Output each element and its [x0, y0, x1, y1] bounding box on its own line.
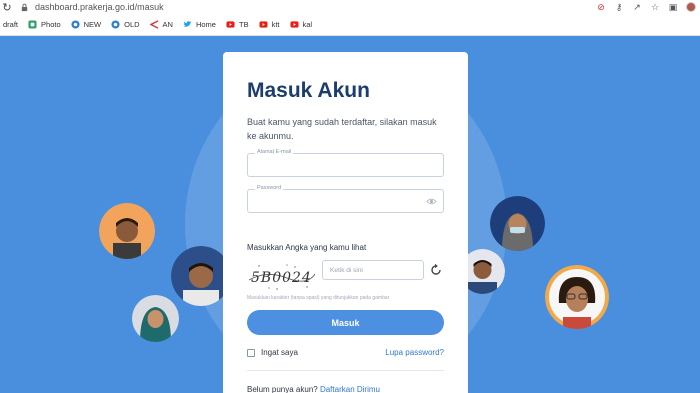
reload-icon[interactable]: ↻: [0, 1, 14, 14]
url-text[interactable]: dashboard.prakerja.go.id/masuk: [35, 2, 164, 12]
captcha-hint: Masukkan karakter (tanpa spasi) yang dit…: [247, 295, 390, 301]
remember-label: Ingat saya: [261, 348, 298, 357]
bookmark-label: draft: [3, 20, 19, 29]
bookmark-photo[interactable]: Photo: [28, 20, 61, 29]
login-page: Masuk Akun Buat kamu yang sudah terdafta…: [0, 36, 700, 393]
lock-icon: [21, 3, 28, 11]
avatar-woman-glasses: [545, 265, 609, 329]
bookmarks-bar: draft Photo NEW OLD AN Home TB ktt kal: [0, 14, 700, 36]
remember-me[interactable]: Ingat saya: [247, 348, 298, 357]
youtube-icon: [289, 21, 299, 28]
bookmark-label: kal: [302, 20, 313, 29]
youtube-icon: [259, 21, 268, 28]
submit-button[interactable]: Masuk: [247, 310, 444, 335]
arrow-icon: [149, 20, 158, 29]
divider: [247, 370, 444, 371]
youtube-icon: [226, 21, 235, 28]
register-prompt: Belum punya akun? Daftarkan Dirimu: [247, 385, 380, 393]
captcha-label: Masukkan Angka yang kamu lihat: [247, 243, 367, 252]
register-text: Belum punya akun?: [247, 385, 318, 393]
twitter-icon: [183, 21, 192, 27]
refresh-captcha-icon[interactable]: [429, 263, 443, 277]
bookmark-label: AN: [162, 20, 173, 29]
captcha-input[interactable]: Ketik di sini: [322, 260, 424, 280]
captcha-text: 5B0024: [251, 270, 312, 286]
page-title: Masuk Akun: [247, 79, 370, 102]
password-field[interactable]: Password: [247, 185, 444, 213]
forgot-password-link[interactable]: Lupa password?: [385, 348, 444, 357]
bookmark-label: NEW: [83, 20, 102, 29]
email-field[interactable]: Alamat E-mail: [247, 149, 444, 177]
avatar-man-left: [99, 203, 155, 259]
bookmark-old[interactable]: OLD: [111, 20, 140, 29]
bookmark-draft[interactable]: draft: [3, 20, 18, 29]
avatar-woman-top-right: [490, 196, 545, 251]
bookmark-kal[interactable]: kal: [289, 20, 313, 29]
password-label: Password: [255, 185, 284, 191]
star-icon[interactable]: ☆: [650, 2, 660, 13]
profile-avatar[interactable]: [686, 2, 696, 12]
browser-actions: ⊘ ⚷ ↗ ☆ ▣: [596, 0, 696, 14]
photo-icon: [28, 20, 37, 29]
sidepanel-icon[interactable]: ▣: [668, 2, 678, 13]
captcha-image: 5B0024: [248, 264, 316, 290]
avatar-woman-hijab: [132, 295, 179, 342]
remember-checkbox[interactable]: [247, 348, 255, 357]
eye-icon[interactable]: [426, 196, 437, 207]
bookmark-label: ktt: [271, 20, 280, 29]
login-card: Masuk Akun Buat kamu yang sudah terdafta…: [223, 52, 468, 393]
bookmark-an[interactable]: AN: [149, 20, 173, 29]
bookmark-label: OLD: [124, 20, 140, 29]
key-icon[interactable]: ⚷: [614, 2, 624, 13]
bookmark-tb[interactable]: TB: [226, 20, 249, 29]
share-icon[interactable]: ↗: [632, 2, 642, 13]
bookmark-new[interactable]: NEW: [71, 20, 102, 29]
bookmark-ktt[interactable]: ktt: [259, 20, 280, 29]
bookmark-label: Photo: [41, 20, 61, 29]
bookmark-label: Home: [195, 20, 216, 29]
bookmark-label: TB: [238, 20, 249, 29]
login-subtitle: Buat kamu yang sudah terdaftar, silakan …: [247, 117, 437, 141]
blocked-icon[interactable]: ⊘: [596, 2, 606, 13]
bookmark-home[interactable]: Home: [183, 20, 216, 29]
email-label: Alamat E-mail: [255, 149, 294, 155]
globe-icon: [71, 20, 80, 29]
avatar-man-center: [171, 246, 231, 306]
globe-icon: [111, 20, 120, 29]
browser-address-bar: ↻ dashboard.prakerja.go.id/masuk ⊘ ⚷ ↗ ☆…: [0, 0, 700, 14]
register-link[interactable]: Daftarkan Dirimu: [320, 385, 380, 393]
